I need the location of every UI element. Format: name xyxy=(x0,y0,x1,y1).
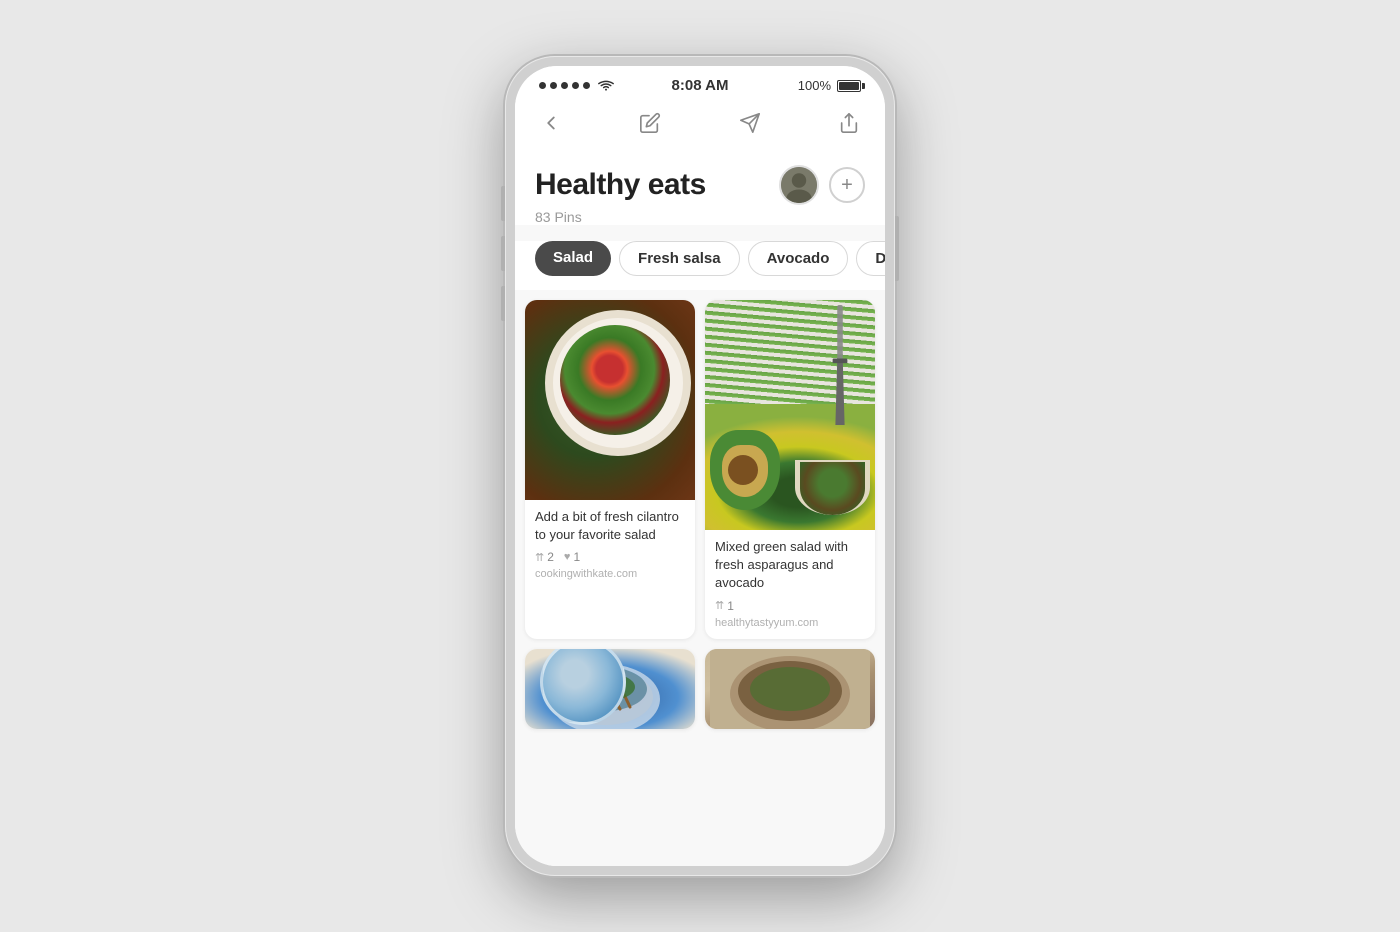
pin-source-1: cookingwithkate.com xyxy=(535,568,685,580)
battery-percentage: 100% xyxy=(798,78,831,93)
signal-area xyxy=(539,80,614,92)
battery-icon xyxy=(837,80,861,92)
board-title: Healthy eats xyxy=(535,168,706,202)
board-actions: + xyxy=(779,165,865,205)
salad-image xyxy=(525,300,695,500)
edit-button[interactable] xyxy=(634,107,666,139)
pin-info-1: Add a bit of fresh cilantro to your favo… xyxy=(525,500,695,590)
status-time: 8:08 AM xyxy=(672,77,729,94)
add-collaborator-button[interactable]: + xyxy=(829,167,865,203)
like-number-1: 1 xyxy=(573,550,580,564)
repin-number-2: 1 xyxy=(727,599,734,613)
phone-screen: 8:08 AM 100% xyxy=(515,66,885,866)
pin-image-2 xyxy=(705,300,875,530)
bottom-card-left[interactable] xyxy=(525,649,695,729)
tab-fresh-salsa[interactable]: Fresh salsa xyxy=(619,241,740,276)
signal-dot-3 xyxy=(561,82,568,89)
board-title-row: Healthy eats + xyxy=(535,165,865,205)
signal-dot-2 xyxy=(550,82,557,89)
nav-bar xyxy=(515,99,885,149)
pin-meta-2: ⇈ 1 xyxy=(715,599,865,613)
pin-image-1 xyxy=(525,300,695,500)
pin-description-2: Mixed green salad with fresh asparagus a… xyxy=(715,538,865,593)
bottom-card-right[interactable] xyxy=(705,649,875,729)
bottom-card-left-image xyxy=(525,649,695,729)
pin-card-2[interactable]: Mixed green salad with fresh asparagus a… xyxy=(705,300,875,639)
signal-dot-5 xyxy=(583,82,590,89)
like-count-1: ♥ 1 xyxy=(564,550,580,564)
pin-source-2: healthytastyyum.com xyxy=(715,617,865,629)
avatar[interactable] xyxy=(779,165,819,205)
pin-card-1[interactable]: Add a bit of fresh cilantro to your favo… xyxy=(525,300,695,639)
tab-salad[interactable]: Salad xyxy=(535,241,611,276)
avatar-image xyxy=(781,167,817,203)
bottom-left-svg xyxy=(525,649,695,729)
share-button[interactable] xyxy=(833,107,865,139)
signal-dot-4 xyxy=(572,82,579,89)
pin-meta-1: ⇈ 2 ♥ 1 xyxy=(535,550,685,564)
tab-avocado[interactable]: Avocado xyxy=(748,241,849,276)
phone-frame: 8:08 AM 100% xyxy=(505,56,895,876)
category-tabs: Salad Fresh salsa Avocado Dressing D xyxy=(515,241,885,290)
back-button[interactable] xyxy=(535,107,567,139)
board-header: Healthy eats + xyxy=(515,149,885,225)
bottom-card-right-image xyxy=(705,649,875,729)
status-bar: 8:08 AM 100% xyxy=(515,66,885,99)
repin-number-1: 2 xyxy=(547,550,554,564)
tab-dressing[interactable]: Dressing xyxy=(856,241,885,276)
asparagus-image xyxy=(705,300,875,530)
wifi-icon xyxy=(598,80,614,92)
pins-grid: Add a bit of fresh cilantro to your favo… xyxy=(515,290,885,649)
pin-info-2: Mixed green salad with fresh asparagus a… xyxy=(705,530,875,639)
battery-fill xyxy=(839,82,859,90)
signal-dot-1 xyxy=(539,82,546,89)
pin-description-1: Add a bit of fresh cilantro to your favo… xyxy=(535,508,685,544)
avocado-half xyxy=(710,430,780,510)
repin-count-2: ⇈ 1 xyxy=(715,599,734,613)
pins-count: 83 Pins xyxy=(535,209,865,225)
bottom-right-svg xyxy=(705,649,875,729)
battery-area: 100% xyxy=(798,78,861,93)
repin-icon-2: ⇈ xyxy=(715,599,724,612)
knife-svg xyxy=(815,305,865,425)
salad-bowl xyxy=(795,460,870,515)
repin-icon-1: ⇈ xyxy=(535,551,544,564)
bottom-cards-row xyxy=(515,649,885,739)
send-button[interactable] xyxy=(734,107,766,139)
content-area: Healthy eats + xyxy=(515,149,885,866)
repin-count-1: ⇈ 2 xyxy=(535,550,554,564)
heart-icon-1: ♥ xyxy=(564,551,571,563)
